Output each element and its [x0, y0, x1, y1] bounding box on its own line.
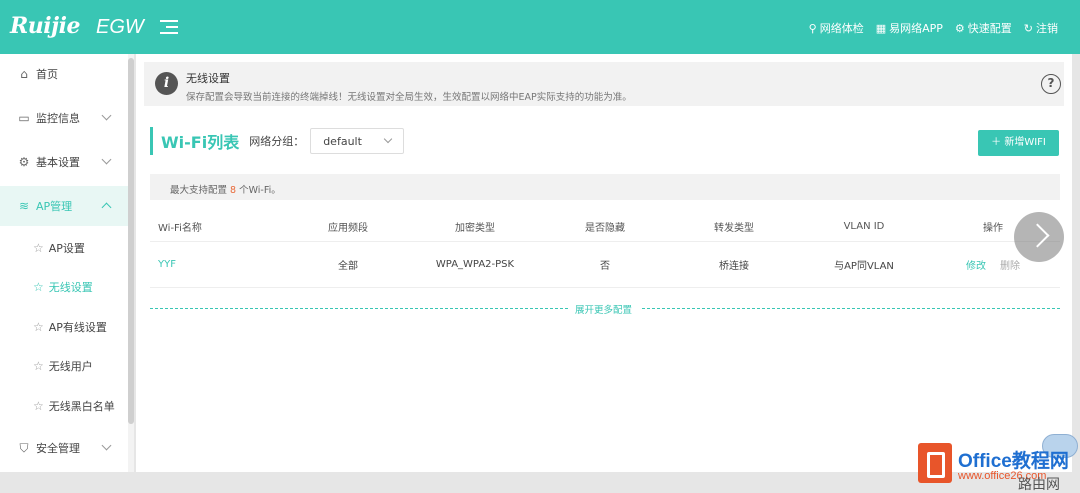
menu-toggle-icon[interactable]	[160, 20, 178, 34]
wifi-name-link[interactable]: YYF	[158, 242, 176, 287]
col-header-name: Wi-Fi名称	[158, 223, 202, 234]
sidebar-sub-label: 无线黑白名单	[48, 400, 115, 413]
chevron-up-icon	[101, 202, 112, 213]
sidebar-sub-ap-settings[interactable]: ☆ AP设置	[0, 229, 128, 267]
sidebar-item-label: AP管理	[36, 200, 73, 213]
sidebar-sub-ap-wired-settings[interactable]: ☆ AP有线设置	[0, 308, 128, 346]
app-icon: ▦	[875, 21, 887, 35]
sidebar-sub-wireless-settings[interactable]: ☆ 无线设置	[0, 268, 128, 306]
star-icon: ☆	[33, 399, 44, 413]
watermark-text: Office教程网	[958, 451, 1069, 472]
home-icon: ⌂	[20, 67, 28, 81]
sidebar-sub-wireless-users[interactable]: ☆ 无线用户	[0, 347, 128, 385]
wifi-list-title: Wi-Fi列表	[161, 133, 240, 152]
chevron-down-icon	[101, 110, 112, 121]
title-accent-bar	[150, 127, 153, 155]
wifi-table: Wi-Fi名称 应用频段 加密类型 是否隐藏 转发类型 VLAN ID 操作 Y…	[150, 212, 1060, 288]
network-group-value: default	[323, 135, 362, 148]
max-wifi-suffix: 个Wi-Fi。	[236, 185, 281, 196]
main-content: i 无线设置 保存配置会导致当前连接的终端掉线！无线设置对全局生效，生效配置以网…	[136, 54, 1072, 472]
cell-hidden: 否	[600, 261, 610, 272]
dashed-divider	[150, 308, 568, 309]
sidebar: ⌂ 首页 ▭ 监控信息 ⚙ 基本设置 ≋ AP管理 ☆ AP设置 ☆ 无线设置 …	[0, 54, 128, 472]
office-logo-icon	[918, 443, 952, 483]
edit-link[interactable]: 修改	[966, 242, 986, 287]
monitor-icon: ▭	[18, 111, 30, 125]
settings-icon: ⚙	[954, 21, 965, 35]
network-check-label: 网络体检	[819, 22, 864, 35]
sidebar-sub-label: AP设置	[48, 242, 85, 255]
watermark-corner: 路由网	[1018, 477, 1060, 493]
col-header-encryption: 加密类型	[455, 223, 495, 234]
app-link[interactable]: ▦ 易网络APP	[876, 20, 943, 36]
wifi-list-header: Wi-Fi列表 网络分组： default	[150, 126, 405, 156]
cell-band: 全部	[338, 261, 358, 272]
sidebar-item-label: 监控信息	[36, 112, 80, 125]
sidebar-item-ap-management[interactable]: ≋ AP管理	[0, 186, 128, 226]
chevron-down-icon	[101, 154, 112, 165]
add-wifi-button[interactable]: ＋ 新增WIFI	[978, 130, 1059, 156]
sidebar-item-label: 首页	[36, 68, 58, 81]
network-group-label: 网络分组：	[249, 135, 305, 148]
network-group-select[interactable]: default	[310, 128, 405, 154]
top-bar: Ruijie EGW ⚲ 网络体检 ▦ 易网络APP ⚙ 快速配置 ↻ 注销	[0, 0, 1080, 54]
quick-config-link[interactable]: ⚙ 快速配置	[955, 20, 1012, 36]
sidebar-item-basic-settings[interactable]: ⚙ 基本设置	[0, 142, 128, 182]
sidebar-item-monitor[interactable]: ▭ 监控信息	[0, 98, 128, 138]
chevron-down-icon	[101, 440, 112, 451]
chevron-down-icon	[383, 134, 393, 144]
table-row: YYF 全部 WPA_WPA2-PSK 否 桥连接 与AP同VLAN 修改 删除	[150, 242, 1060, 288]
top-links: ⚲ 网络体检 ▦ 易网络APP ⚙ 快速配置 ↻ 注销	[809, 20, 1058, 36]
app-label: 易网络APP	[889, 22, 943, 35]
product-name: EGW	[96, 16, 144, 38]
sidebar-item-security[interactable]: ⛉ 安全管理	[0, 428, 128, 468]
star-icon: ☆	[33, 359, 44, 373]
col-header-band: 应用频段	[328, 223, 368, 234]
gauge-icon: ⚲	[808, 21, 817, 35]
logout-link[interactable]: ↻ 注销	[1024, 20, 1058, 36]
expand-more-config: 展开更多配置	[150, 302, 1060, 316]
wifi-icon: ≋	[18, 199, 30, 213]
gear-icon: ⚙	[18, 155, 30, 169]
sidebar-sub-label: 无线设置	[48, 281, 93, 294]
table-header: Wi-Fi名称 应用频段 加密类型 是否隐藏 转发类型 VLAN ID 操作	[150, 212, 1060, 242]
sidebar-sub-label: AP有线设置	[48, 321, 107, 334]
ruijie-logo: Ruijie	[10, 13, 80, 39]
star-icon: ☆	[33, 320, 44, 334]
sidebar-sub-blacklist-whitelist[interactable]: ☆ 无线黑白名单	[0, 387, 128, 425]
quick-config-label: 快速配置	[967, 22, 1012, 35]
chevron-right-icon[interactable]	[1014, 212, 1064, 262]
cell-encryption: WPA_WPA2-PSK	[435, 259, 515, 270]
max-wifi-info: 最大支持配置 8 个Wi-Fi。	[150, 174, 1060, 200]
col-header-vlan: VLAN ID	[843, 221, 885, 232]
info-icon: i	[155, 72, 178, 95]
col-header-hidden: 是否隐藏	[585, 223, 625, 234]
sidebar-scrollbar[interactable]	[128, 54, 134, 472]
star-icon: ☆	[33, 280, 44, 294]
logout-label: 注销	[1036, 22, 1058, 35]
network-check-link[interactable]: ⚲ 网络体检	[809, 20, 864, 36]
shield-icon: ⛉	[19, 440, 29, 455]
star-icon: ☆	[33, 241, 44, 255]
max-wifi-prefix: 最大支持配置	[170, 185, 231, 196]
scroll-thumb[interactable]	[128, 58, 134, 424]
expand-more-link[interactable]: 展开更多配置	[575, 302, 632, 316]
notice-text: 保存配置会导致当前连接的终端掉线！无线设置对全局生效，生效配置以网络中EAP实际…	[186, 92, 632, 103]
logout-icon: ↻	[1023, 21, 1033, 35]
dashed-divider	[642, 308, 1060, 309]
sidebar-sub-label: 无线用户	[48, 360, 93, 373]
col-header-forward: 转发类型	[714, 223, 754, 234]
help-icon[interactable]: ?	[1041, 74, 1061, 94]
cell-forward: 桥连接	[719, 261, 749, 272]
notice-banner: i 无线设置 保存配置会导致当前连接的终端掉线！无线设置对全局生效，生效配置以网…	[144, 62, 1064, 106]
notice-title: 无线设置	[186, 72, 230, 85]
sidebar-item-home[interactable]: ⌂ 首页	[0, 54, 128, 94]
sidebar-item-label: 安全管理	[36, 442, 80, 455]
cell-vlan: 与AP同VLAN	[834, 261, 894, 272]
sidebar-item-label: 基本设置	[36, 156, 80, 169]
